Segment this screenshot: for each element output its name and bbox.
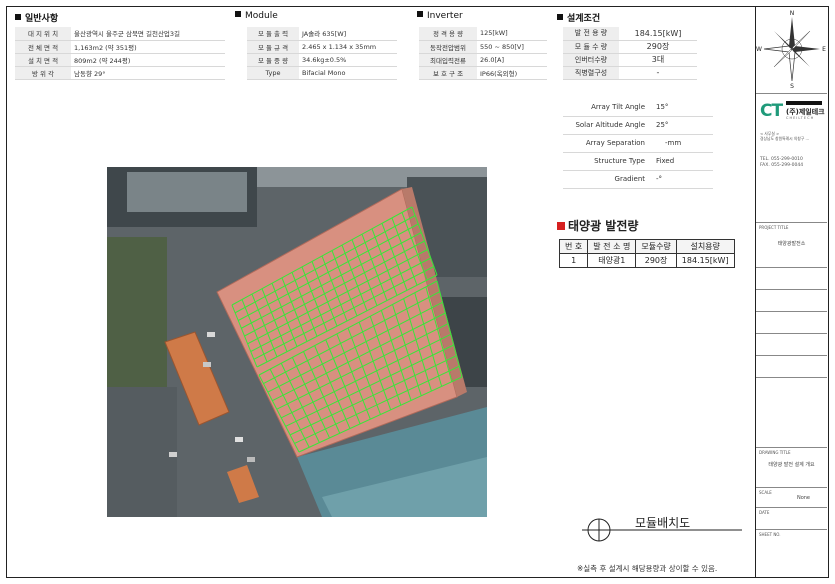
table-row: 직병렬구성 -: [563, 66, 697, 80]
title-block: N S W E CT (주)제일테크 CHEILTECH < 사무실 > 경상남…: [755, 7, 828, 577]
table-row: Array Separation -mm: [563, 134, 713, 153]
table-row: 최대입력전류 26.0[A]: [419, 53, 547, 67]
main-area: 일반사항 대 지 위 치 울산광역시 울주군 삼북면 길천산업3길 전 체 면 적…: [7, 7, 755, 577]
drawing-sheet: 일반사항 대 지 위 치 울산광역시 울주군 삼북면 길천산업3길 전 체 면 적…: [6, 6, 829, 578]
company-address: < 사무실 > 경상남도 창원특례시 의창구 ...: [760, 131, 810, 141]
company-logo: CT (주)제일테크 CHEILTECH: [760, 101, 825, 121]
table-row: 모 듈 중 량 34.6kg±0.5%: [247, 53, 397, 67]
table-row: 전 체 면 적 1,163m2 (약 351평): [15, 40, 225, 54]
scale-cell: SCALE None: [756, 487, 827, 507]
date-cell: DATE: [756, 507, 827, 529]
table-row: 발 전 용 량 184.15[kW]: [563, 27, 697, 41]
table-row: Structure Type Fixed: [563, 152, 713, 171]
inverter-table: 정 격 용 량 125[kW] 동작전압범위 550 ~ 850[V] 최대입력전류…: [419, 27, 547, 80]
compass-n: N: [790, 10, 795, 17]
tb-cell: [756, 311, 827, 333]
table-row: Gradient -°: [563, 170, 713, 189]
footnote: ※실측 후 설계시 해당용량과 상이할 수 있음.: [577, 564, 718, 573]
table-row: 정 격 용 량 125[kW]: [419, 27, 547, 41]
tb-cell: [756, 355, 827, 377]
bullet-square-icon: [235, 11, 241, 17]
compass-s: S: [790, 83, 794, 89]
tb-cell: [756, 267, 827, 289]
aerial-photo-illustration: [107, 167, 487, 517]
drawing-title-cell: DRAWING TITLE 태양광 발전 설계 개요: [756, 447, 827, 487]
table-row: Array Tilt Angle 15°: [563, 98, 713, 117]
bullet-square-icon: [15, 14, 21, 20]
general-table: 대 지 위 치 울산광역시 울주군 삼북면 길천산업3길 전 체 면 적 1,163…: [15, 27, 225, 80]
table-header-row: 번 호 발 전 소 명 모듈수량 설치용량: [558, 239, 735, 254]
table-row: Type Bifacial Mono: [247, 66, 397, 80]
design-table-2: Array Tilt Angle 15° Solar Altitude Angle…: [563, 98, 713, 189]
tb-cell: [756, 377, 827, 437]
tb-cell: [756, 289, 827, 311]
red-square-icon: [557, 222, 565, 230]
table-row: 1 태양광1 290장 184.15[kW]: [558, 253, 735, 268]
generation-table: 번 호 발 전 소 명 모듈수량 설치용량 1 태양광1 290장 184.15…: [558, 239, 735, 268]
table-row: 모 듈 출 력 JA솔라 635[W]: [247, 27, 397, 41]
design-table: 발 전 용 량 184.15[kW] 모 듈 수 량 290장 인버터수량 3대 직병…: [563, 27, 697, 80]
table-row: 인버터수량 3대: [563, 53, 697, 67]
divider: [756, 93, 827, 94]
sheet-no-cell: SHEET NO.: [756, 529, 827, 577]
compass-w: W: [756, 46, 762, 53]
table-row: 모 듈 수 량 290장: [563, 40, 697, 54]
bullet-square-icon: [557, 14, 563, 20]
table-row: 방 위 각 남동향 29°: [15, 66, 225, 80]
design-heading: 설계조건: [557, 11, 600, 24]
generation-title: 태양광 발전량: [557, 217, 638, 234]
company-contact: TEL. 055-299-0010 FAX. 055-299-0044: [760, 157, 804, 168]
compass-rose-icon: N S W E: [756, 10, 826, 89]
inverter-heading: Inverter: [417, 11, 463, 21]
table-row: Solar Altitude Angle 25°: [563, 116, 713, 135]
table-row: 동작전압범위 550 ~ 850[V]: [419, 40, 547, 54]
aerial-site-photo: [107, 167, 487, 517]
drawing-label: 모듈배치도: [577, 510, 747, 550]
logo-bar: [786, 101, 822, 105]
module-heading: Module: [235, 11, 278, 21]
table-row: 모 듈 규 격 2.465 x 1.134 x 35mm: [247, 40, 397, 54]
table-row: 설 치 면 적 809m2 (약 244평): [15, 53, 225, 67]
bullet-square-icon: [417, 11, 423, 17]
table-row: 보 호 구 조 IP66(옥외형): [419, 66, 547, 80]
project-title-cell: PROJECT TITLE 태양광발전소: [756, 222, 827, 267]
tb-cell: [756, 333, 827, 355]
module-table: 모 듈 출 력 JA솔라 635[W] 모 듈 규 격 2.465 x 1.134 …: [247, 27, 397, 80]
general-heading: 일반사항: [15, 11, 58, 24]
table-row: 대 지 위 치 울산광역시 울주군 삼북면 길천산업3길: [15, 27, 225, 41]
compass-e: E: [822, 46, 826, 53]
